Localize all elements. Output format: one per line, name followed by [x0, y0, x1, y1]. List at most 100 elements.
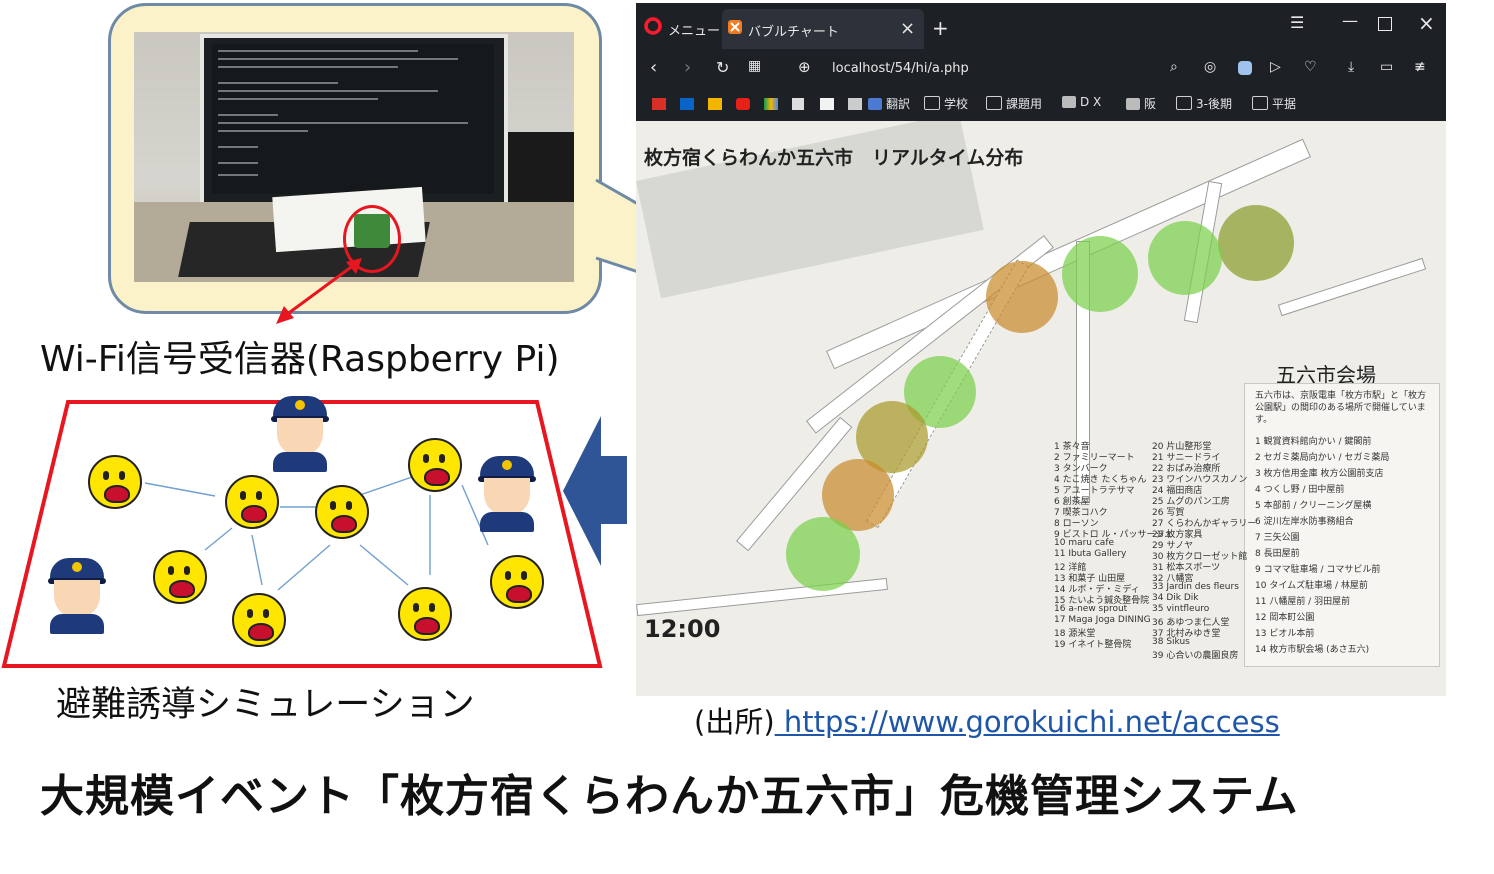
scared-face-icon	[232, 593, 286, 647]
source-link[interactable]: https://www.gorokuichi.net/access	[775, 705, 1280, 739]
amazon-icon[interactable]	[820, 98, 834, 110]
page-title: 大規模イベント「枚方宿くらわんか五六市」危機管理システム	[40, 771, 1299, 822]
speed-dial-icon[interactable]: ▦	[748, 58, 761, 74]
legend-item: 7 三矢公園	[1255, 533, 1300, 543]
crowd-bubble	[1148, 221, 1222, 295]
bookmarks-bar: 翻訳 学校 課題用 D X 阪 3-後期 平据	[636, 89, 1446, 122]
scared-face-icon	[88, 455, 142, 509]
download-icon[interactable]: ⤓	[1348, 59, 1354, 75]
venue-legend: 五六市は、京阪電車「枚方市駅」と「枚方公園駅」の間印のある場所で開催しています。…	[1244, 383, 1440, 667]
gmail-icon[interactable]	[652, 98, 666, 110]
guard-icon	[44, 558, 110, 634]
shop-list-left: 1 茶々音 2 ファミリーマート 3 タンバーク 4 たこ焼き たくちゃん 5 …	[1054, 439, 1173, 661]
scared-face-icon	[315, 485, 369, 539]
legend-item: 13 ビオル本前	[1255, 629, 1315, 639]
source-prefix: (出所)	[694, 705, 775, 739]
source-citation: (出所) https://www.gorokuichi.net/access	[694, 699, 1280, 741]
legend-item: 1 観賞資料館向かい / 鍵閣前	[1255, 437, 1372, 447]
minimize-icon[interactable]: —	[1342, 11, 1358, 30]
globe-icon: ⊕	[798, 58, 811, 76]
bookmark-assignments[interactable]: 課題用	[986, 95, 1042, 113]
address-bar[interactable]: localhost/54/hi/a.php	[832, 61, 969, 76]
scared-face-icon	[408, 438, 462, 492]
reload-icon[interactable]: ↻	[716, 58, 729, 77]
new-tab-button[interactable]: +	[932, 16, 949, 40]
settings-icon[interactable]: ≢	[1414, 59, 1426, 75]
legend-item: 11 八幡屋前 / 羽田屋前	[1255, 597, 1351, 607]
back-icon[interactable]: ‹	[650, 57, 657, 78]
legend-item: 5 本部前 / クリーニング屋横	[1255, 501, 1372, 511]
bookmark-school[interactable]: 学校	[924, 95, 968, 113]
legend-item: 4 つくし野 / 田中屋前	[1255, 485, 1345, 495]
bookmark-han[interactable]: 阪	[1126, 95, 1156, 113]
legend-item: 19 イネイト整骨院	[1054, 640, 1132, 650]
legend-item: 8 長田屋前	[1255, 549, 1300, 559]
zoom-icon[interactable]: ⌕	[1170, 59, 1178, 75]
bookmark-3-term[interactable]: 3-後期	[1176, 95, 1232, 113]
venue-note: 五六市は、京阪電車「枚方市駅」と「枚方公園駅」の間印のある場所で開催しています。	[1255, 391, 1427, 425]
maximize-icon[interactable]	[1378, 17, 1392, 31]
legend-item: 2 セガミ薬局向かい / セガミ薬局	[1255, 453, 1390, 463]
crowd-bubble	[786, 517, 860, 591]
pointer-arrow	[276, 258, 362, 324]
bookmark-translate[interactable]: 翻訳	[868, 95, 910, 113]
legend-item: 9 コママ駐車場 / コマサビル前	[1255, 565, 1381, 575]
bookmark-label: 阪	[1144, 97, 1157, 111]
navigation-bar: ‹ › ↻ ▦ ⊕ localhost/54/hi/a.php ⌕ ◎ ▷ ♡ …	[636, 49, 1446, 89]
bookmark-label: 3-後期	[1196, 97, 1232, 111]
outlook-icon[interactable]	[680, 98, 694, 110]
drive-icon[interactable]	[764, 98, 778, 110]
legend-item: 3 枚方信用金庫 枚方公園前支店	[1255, 469, 1384, 479]
close-icon[interactable]: ×	[1418, 11, 1435, 35]
legend-item: 10 maru cafe	[1054, 538, 1115, 548]
shop-list-mid: 20 片山整形堂 21 サニードライ 22 おばみ治療所 23 ワインハウスカノ…	[1152, 439, 1256, 661]
bookmark-label: 翻訳	[886, 97, 911, 111]
crowd-bubble	[1218, 205, 1294, 281]
crowd-bubble	[1062, 236, 1138, 312]
legend-item: 39 心合いの農園良房	[1152, 651, 1239, 661]
browser-window: メニュー バブルチャート × + ☰ — × ‹ › ↻ ▦ ⊕ localho…	[636, 3, 1446, 696]
legend-item: 34 Dik Dik	[1152, 593, 1199, 603]
simulation-caption: 避難誘導シミュレーション	[56, 685, 475, 725]
tab-title: バブルチャート	[748, 25, 839, 40]
scared-face-icon	[225, 475, 279, 529]
legend-item: 6 淀川左岸水防事務組合	[1255, 517, 1354, 527]
adblock-icon[interactable]	[1238, 61, 1252, 75]
youtube-icon[interactable]	[736, 98, 750, 110]
terminal-screen	[212, 44, 494, 194]
heart-icon[interactable]: ♡	[1304, 59, 1317, 75]
tab-favicon-icon	[728, 20, 742, 34]
keep-icon[interactable]	[708, 98, 722, 110]
bookmark-label: 平据	[1272, 97, 1297, 111]
battery-icon[interactable]: ▭	[1380, 59, 1393, 75]
opera-logo-icon[interactable]	[644, 17, 662, 35]
monitor	[200, 34, 508, 210]
tab-menu-icon[interactable]: ☰	[1290, 13, 1304, 32]
send-icon[interactable]: ▷	[1270, 59, 1281, 75]
menu-button[interactable]: メニュー	[668, 20, 720, 39]
bookmark-hirasue[interactable]: 平据	[1252, 95, 1296, 113]
legend-item: 10 タイムズ駐車場 / 林屋前	[1255, 581, 1368, 591]
file-icon[interactable]	[792, 98, 804, 110]
legend-item: 35 vintfleuro	[1152, 604, 1210, 614]
forward-icon[interactable]: ›	[684, 57, 691, 78]
legend-item: 12 岡本町公園	[1255, 613, 1315, 623]
legend-item: 38 Sikus	[1152, 637, 1190, 647]
camera-icon[interactable]: ◎	[1204, 59, 1216, 75]
doc-icon[interactable]	[848, 98, 862, 110]
legend-item: 11 Ibuta Gallery	[1054, 549, 1127, 559]
legend-item: 16 a-new sprout	[1054, 604, 1128, 614]
crowd-bubble	[986, 261, 1058, 333]
legend-item: 33 Jardin des fleurs	[1152, 582, 1239, 592]
bookmark-label: 学校	[944, 97, 969, 111]
tab-close-icon[interactable]: ×	[900, 18, 915, 39]
tab-bubble-chart[interactable]: バブルチャート ×	[722, 9, 924, 49]
bookmark-label: D X	[1080, 95, 1102, 109]
rpi-caption: Wi-Fi信号受信器(Raspberry Pi)	[40, 339, 560, 380]
title-bar: メニュー バブルチャート × + ☰ — ×	[636, 3, 1446, 49]
scared-face-icon	[153, 550, 207, 604]
scared-face-icon	[490, 555, 544, 609]
legend-item: 14 枚方市駅会場 (あさ五六)	[1255, 645, 1370, 655]
bookmark-dx[interactable]: D X	[1062, 95, 1101, 113]
map-time: 12:00	[644, 615, 721, 643]
